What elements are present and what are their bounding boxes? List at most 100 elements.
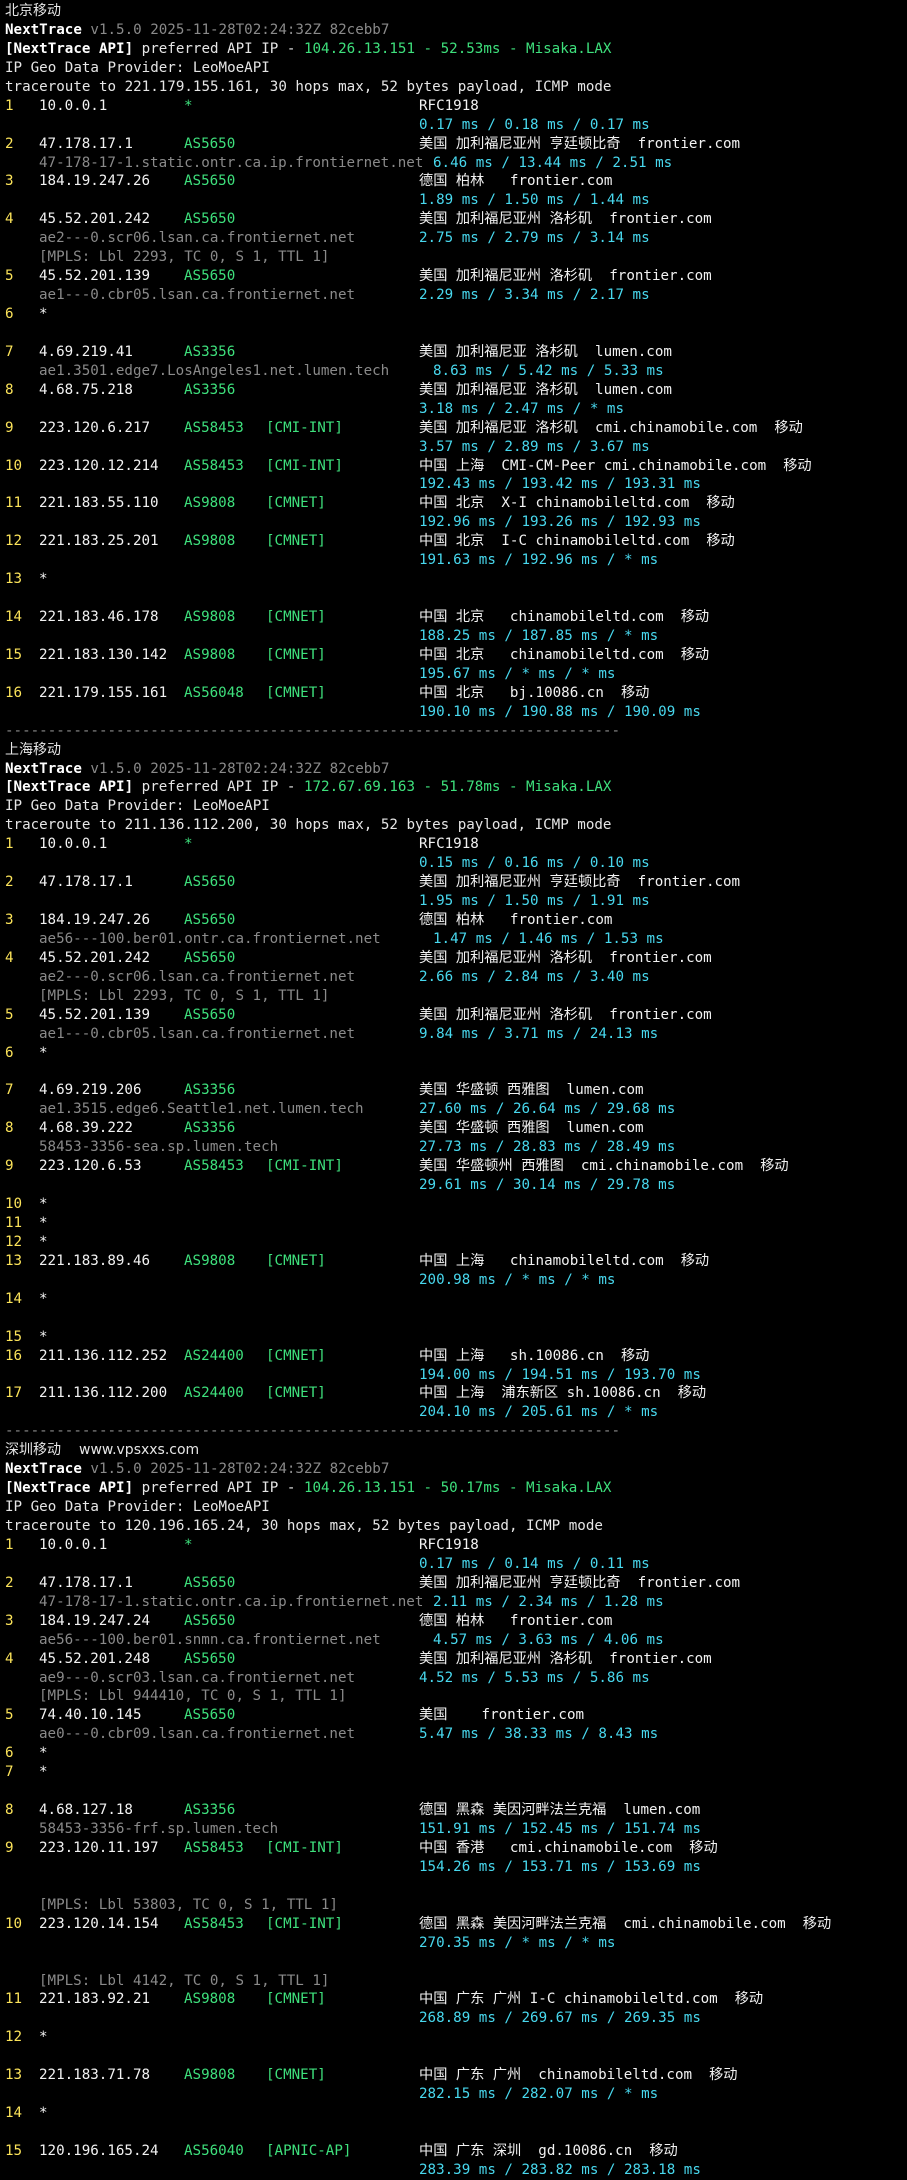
- hop-row: 7 *: [5, 1763, 905, 1782]
- hop-rtt-row: 283.39 ms / 283.82 ms / 283.18 ms: [5, 2161, 905, 2180]
- hop-blank: [5, 1063, 905, 1082]
- hop-ip: 10.0.0.1: [39, 1536, 108, 1553]
- hop-row: 2 47.178.17.1 AS5650 美国 加利福尼亚州 亨廷顿比奇 fronti…: [5, 135, 905, 154]
- hop-timeout: *: [39, 1328, 48, 1345]
- hop-ip: 223.120.11.197: [39, 1839, 159, 1856]
- hop-number: 8: [5, 381, 14, 398]
- hop-timeout: *: [39, 1196, 48, 1213]
- hop-asn: AS9808: [184, 2067, 236, 2084]
- hop-asn: AS5650: [184, 949, 236, 966]
- hop-asn: *: [184, 836, 193, 853]
- hop-mpls: [MPLS: Lbl 944410, TC 0, S 1, TTL 1]: [5, 1687, 905, 1706]
- hop-rtt-row: 47-178-17-1.static.ontr.ca.ip.frontierne…: [5, 154, 905, 173]
- hop-rdns: ae56---100.ber01.ontr.ca.frontiernet.net: [39, 930, 381, 947]
- hop-row: 11 221.183.92.21 AS9808 [CMNET] 中国 广东 广州 I-C…: [5, 1990, 905, 2009]
- hop-geo: 德国 柏林 frontier.com: [419, 1612, 613, 1629]
- hop-rtt-row: 47-178-17-1.static.ontr.ca.ip.frontierne…: [5, 1593, 905, 1612]
- hop-rtt-row: ae2---0.scr06.lsan.ca.frontiernet.net 2.7…: [5, 229, 905, 248]
- hop-asn: AS58453: [184, 1915, 244, 1932]
- hop-asn: AS9808: [184, 1991, 236, 2008]
- provider-line: IP Geo Data Provider: LeoMoeAPI: [5, 59, 905, 78]
- app-name: NextTrace: [5, 1461, 82, 1478]
- hop-row: 13 *: [5, 570, 905, 589]
- hop-row: 13 221.183.89.46 AS9808 [CMNET] 中国 上海 chinam…: [5, 1252, 905, 1271]
- hop-asn: AS3356: [184, 381, 236, 398]
- hop-row: 9 223.120.11.197 AS58453 [CMI-INT] 中国 香港 cmi…: [5, 1839, 905, 1858]
- hop-mpls: [MPLS: Lbl 2293, TC 0, S 1, TTL 1]: [5, 987, 905, 1006]
- hop-number: 9: [5, 1158, 14, 1175]
- hop-row: 1 10.0.0.1 * RFC1918: [5, 835, 905, 854]
- hop-number: 4: [5, 1650, 14, 1667]
- api-prefix: [NextTrace API]: [5, 40, 134, 57]
- hop-rtt: 200.98 ms / * ms / * ms: [419, 1271, 616, 1288]
- hop-row: 5 74.40.10.145 AS5650 美国 frontier.com: [5, 1706, 905, 1725]
- separator-line: ----------------------------------------…: [5, 722, 620, 739]
- api-latency: - 52.53ms - Misaka.LAX: [415, 40, 612, 57]
- site-watermark: www.vpsxxs.com: [79, 1442, 200, 1459]
- hop-tag: [CMI-INT]: [266, 419, 343, 436]
- hop-row: 4 45.52.201.242 AS5650 美国 加利福尼亚州 洛杉矶 fronti…: [5, 949, 905, 968]
- hop-geo: 美国 加利福尼亚 洛杉矶 lumen.com: [419, 381, 672, 398]
- hop-asn: AS56048: [184, 684, 244, 701]
- hop-number: 12: [5, 1233, 23, 1250]
- hop-row: 7 4.69.219.41 AS3356 美国 加利福尼亚 洛杉矶 lumen.com: [5, 343, 905, 362]
- section-title: 北京移动: [5, 2, 905, 21]
- hop-geo: 德国 黑森 美因河畔法兰克福 lumen.com: [419, 1802, 701, 1819]
- hop-rtt-row: 0.17 ms / 0.14 ms / 0.11 ms: [5, 1555, 905, 1574]
- hop-number: 10: [5, 1915, 23, 1932]
- hop-asn: AS3356: [184, 343, 236, 360]
- hop-asn: AS24400: [184, 1347, 244, 1364]
- hop-number: 13: [5, 571, 23, 588]
- hop-rtt-row: 1.95 ms / 1.50 ms / 1.91 ms: [5, 892, 905, 911]
- hop-blank: [5, 1877, 905, 1896]
- hop-row: 15 *: [5, 1328, 905, 1347]
- hop-ip: 211.136.112.200: [39, 1385, 168, 1402]
- hop-timeout: *: [39, 1044, 48, 1061]
- hop-ip: 47.178.17.1: [39, 135, 133, 152]
- hop-rtt: 2.11 ms / 2.34 ms / 1.28 ms: [433, 1593, 664, 1610]
- hop-blank: [5, 1782, 905, 1801]
- hop-geo: 美国 加利福尼亚州 亨廷顿比奇 frontier.com: [419, 1574, 741, 1591]
- hop-asn: AS5650: [184, 1006, 236, 1023]
- hop-rtt: 192.43 ms / 193.42 ms / 193.31 ms: [419, 476, 701, 493]
- hop-asn: AS5650: [184, 173, 236, 190]
- hop-rtt-row: ae0---0.cbr09.lsan.ca.frontiernet.net 5.4…: [5, 1725, 905, 1744]
- hop-number: 3: [5, 173, 14, 190]
- hop-tag: [CMNET]: [266, 495, 326, 512]
- hop-asn: AS56040: [184, 2142, 244, 2159]
- hop-number: 14: [5, 1290, 23, 1307]
- hop-asn: AS9808: [184, 646, 236, 663]
- hop-asn: AS3356: [184, 1082, 236, 1099]
- hop-ip: 47.178.17.1: [39, 874, 133, 891]
- hop-number: 11: [5, 1991, 23, 2008]
- version-text: v1.5.0 2025-11-28T02:24:32Z 82cebb7: [81, 21, 390, 38]
- hop-ip: 4.69.219.206: [39, 1082, 142, 1099]
- hop-row: 10 *: [5, 1195, 905, 1214]
- hop-rdns: ae2---0.scr06.lsan.ca.frontiernet.net: [39, 230, 356, 247]
- traceroute-text: traceroute to 211.136.112.200, 30 hops m…: [5, 817, 612, 834]
- hop-ip: 221.183.55.110: [39, 495, 159, 512]
- hop-row: 6 *: [5, 305, 905, 324]
- api-ip: 104.26.13.151: [303, 1480, 416, 1497]
- hop-number: 1: [5, 836, 14, 853]
- hop-number: 16: [5, 684, 23, 701]
- hop-blank: [5, 589, 905, 608]
- hop-geo: 德国 柏林 frontier.com: [419, 173, 613, 190]
- hop-rtt: 270.35 ms / * ms / * ms: [419, 1934, 616, 1951]
- hop-number: 14: [5, 609, 23, 625]
- hop-timeout: *: [39, 1745, 48, 1762]
- hop-row: 8 4.68.39.222 AS3356 美国 华盛顿 西雅图 lumen.com: [5, 1119, 905, 1138]
- hop-geo: 德国 黑森 美因河畔法兰克福 cmi.chinamobile.com 移动: [419, 1915, 832, 1932]
- hop-number: 13: [5, 2067, 23, 2084]
- hop-rtt-row: ae1---0.cbr05.lsan.ca.frontiernet.net 2.2…: [5, 286, 905, 305]
- hop-rtt-row: 3.18 ms / 2.47 ms / * ms: [5, 400, 905, 419]
- section-title-text: 上海移动: [5, 741, 61, 758]
- hop-number: 1: [5, 1536, 14, 1553]
- hop-ip: 184.19.247.24: [39, 1612, 151, 1629]
- hop-rtt: 190.10 ms / 190.88 ms / 190.09 ms: [419, 703, 701, 720]
- hop-asn: AS3356: [184, 1802, 236, 1819]
- hop-ip: 221.183.71.78: [39, 2067, 151, 2084]
- hop-row: 10 223.120.14.154 AS58453 [CMI-INT] 德国 黑森 美因…: [5, 1915, 905, 1934]
- hop-row: 14 *: [5, 2104, 905, 2123]
- hop-rtt: 8.63 ms / 5.42 ms / 5.33 ms: [433, 362, 664, 379]
